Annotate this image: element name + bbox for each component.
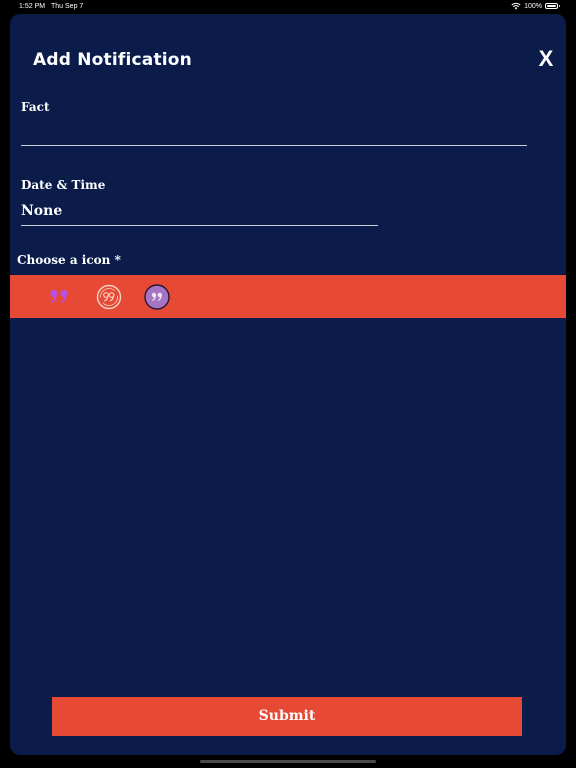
choose-icon-label: Choose a icon * [17,253,121,267]
fact-input[interactable] [21,124,527,146]
add-notification-sheet: Add Notification X Fact Date & Time None… [10,14,566,755]
battery-percent: 100% [524,2,542,10]
quote-filled-circle-icon[interactable] [144,284,170,310]
app-screen: 1:52 PM Thu Sep 7 100% Add Notification … [0,0,576,768]
close-button[interactable]: X [535,47,557,71]
icon-picker [10,275,566,318]
date-time-field[interactable]: None [21,203,378,226]
battery-icon [545,3,560,9]
date-time-label: Date & Time [21,178,106,192]
wifi-icon [511,2,521,10]
status-date: Thu Sep 7 [51,3,84,10]
quote-outline-circle-icon[interactable] [96,284,122,310]
status-indicators: 100% [511,2,560,10]
status-time: 1:52 PM [19,3,46,10]
quote-icon[interactable] [46,284,72,310]
submit-button[interactable]: Submit [52,697,522,736]
sheet-title: Add Notification [33,50,192,70]
status-bar: 1:52 PM Thu Sep 7 100% [0,0,576,14]
fact-label: Fact [21,100,50,114]
home-indicator[interactable] [200,760,376,763]
